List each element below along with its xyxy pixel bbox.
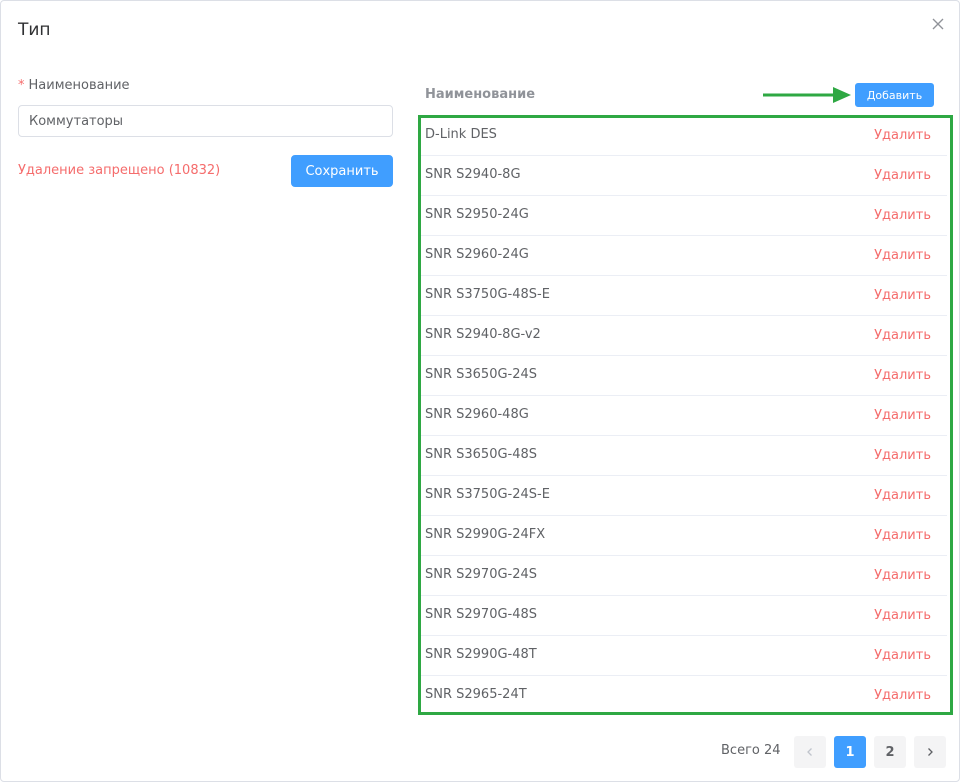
page-button-2[interactable]: 2: [874, 736, 906, 768]
chevron-right-icon: [928, 748, 933, 756]
row-name: SNR S2970G-48S: [425, 607, 538, 622]
row-name: SNR S2950-24G: [425, 207, 529, 222]
delete-link[interactable]: Удалить: [874, 288, 931, 303]
type-dialog: Тип *Наименование Удаление запрещено (10…: [0, 0, 960, 782]
delete-link[interactable]: Удалить: [874, 688, 931, 703]
row-name: SNR S2960-24G: [425, 247, 529, 262]
pagination-total: Всего 24: [721, 743, 781, 758]
row-name: SNR S3650G-24S: [425, 367, 538, 382]
name-field-label: * Наименование: [18, 78, 130, 93]
row-name: SNR S2970G-24S: [425, 567, 538, 582]
delete-link[interactable]: Удалить: [874, 528, 931, 543]
table-row: SNR S2970G-48S Удалить: [421, 596, 947, 636]
delete-link[interactable]: Удалить: [874, 568, 931, 583]
row-name: D-Link DES: [425, 127, 497, 142]
table-row: SNR S2940-8G-v2 Удалить: [421, 316, 947, 356]
delete-link[interactable]: Удалить: [874, 368, 931, 383]
name-label-text: Наименование: [28, 78, 130, 93]
row-name: SNR S2990G-24FX: [425, 527, 546, 542]
table-row: SNR S2960-48G Удалить: [421, 396, 947, 436]
prev-page-button[interactable]: [794, 736, 826, 768]
row-name: SNR S2990G-48T: [425, 647, 537, 662]
delete-link[interactable]: Удалить: [874, 488, 931, 503]
column-header-name: Наименование: [425, 87, 536, 102]
row-name: SNR S2965-24T: [425, 687, 527, 702]
row-name: SNR S3750G-48S-E: [425, 287, 550, 302]
dialog-title: Тип: [18, 20, 51, 40]
page-button-1[interactable]: 1: [834, 736, 866, 768]
types-table: D-Link DES Удалить SNR S2940-8G Удалить SNR …: [421, 116, 947, 716]
table-row: SNR S3750G-48S-E Удалить: [421, 276, 947, 316]
delete-forbidden-error: Удаление запрещено (10832): [18, 163, 221, 178]
table-row: SNR S2960-24G Удалить: [421, 236, 947, 276]
table-row: D-Link DES Удалить: [421, 116, 947, 156]
table-row: SNR S2940-8G Удалить: [421, 156, 947, 196]
row-name: SNR S3650G-48S: [425, 447, 538, 462]
row-name: SNR S2940-8G: [425, 167, 521, 182]
table-row: SNR S2990G-24FX Удалить: [421, 516, 947, 556]
required-mark: *: [18, 78, 25, 93]
delete-link[interactable]: Удалить: [874, 128, 931, 143]
save-button[interactable]: Сохранить: [291, 155, 393, 187]
table-row: SNR S2950-24G Удалить: [421, 196, 947, 236]
table-row: SNR S2965-24T Удалить: [421, 676, 947, 716]
delete-link[interactable]: Удалить: [874, 608, 931, 623]
delete-link[interactable]: Удалить: [874, 208, 931, 223]
table-row: SNR S3650G-48S Удалить: [421, 436, 947, 476]
next-page-button[interactable]: [914, 736, 946, 768]
delete-link[interactable]: Удалить: [874, 448, 931, 463]
delete-link[interactable]: Удалить: [874, 328, 931, 343]
table-row: SNR S2990G-48T Удалить: [421, 636, 947, 676]
chevron-left-icon: [807, 748, 812, 756]
name-input[interactable]: [18, 105, 393, 137]
delete-link[interactable]: Удалить: [874, 248, 931, 263]
row-name: SNR S2960-48G: [425, 407, 529, 422]
delete-link[interactable]: Удалить: [874, 168, 931, 183]
table-row: SNR S3650G-24S Удалить: [421, 356, 947, 396]
arrow-annotation-icon: [763, 87, 851, 103]
delete-link[interactable]: Удалить: [874, 408, 931, 423]
row-name: SNR S3750G-24S-E: [425, 487, 550, 502]
table-row: SNR S2970G-24S Удалить: [421, 556, 947, 596]
table-row: SNR S3750G-24S-E Удалить: [421, 476, 947, 516]
add-button[interactable]: Добавить: [855, 83, 934, 107]
row-name: SNR S2940-8G-v2: [425, 327, 541, 342]
delete-link[interactable]: Удалить: [874, 648, 931, 663]
close-icon[interactable]: [929, 15, 947, 33]
